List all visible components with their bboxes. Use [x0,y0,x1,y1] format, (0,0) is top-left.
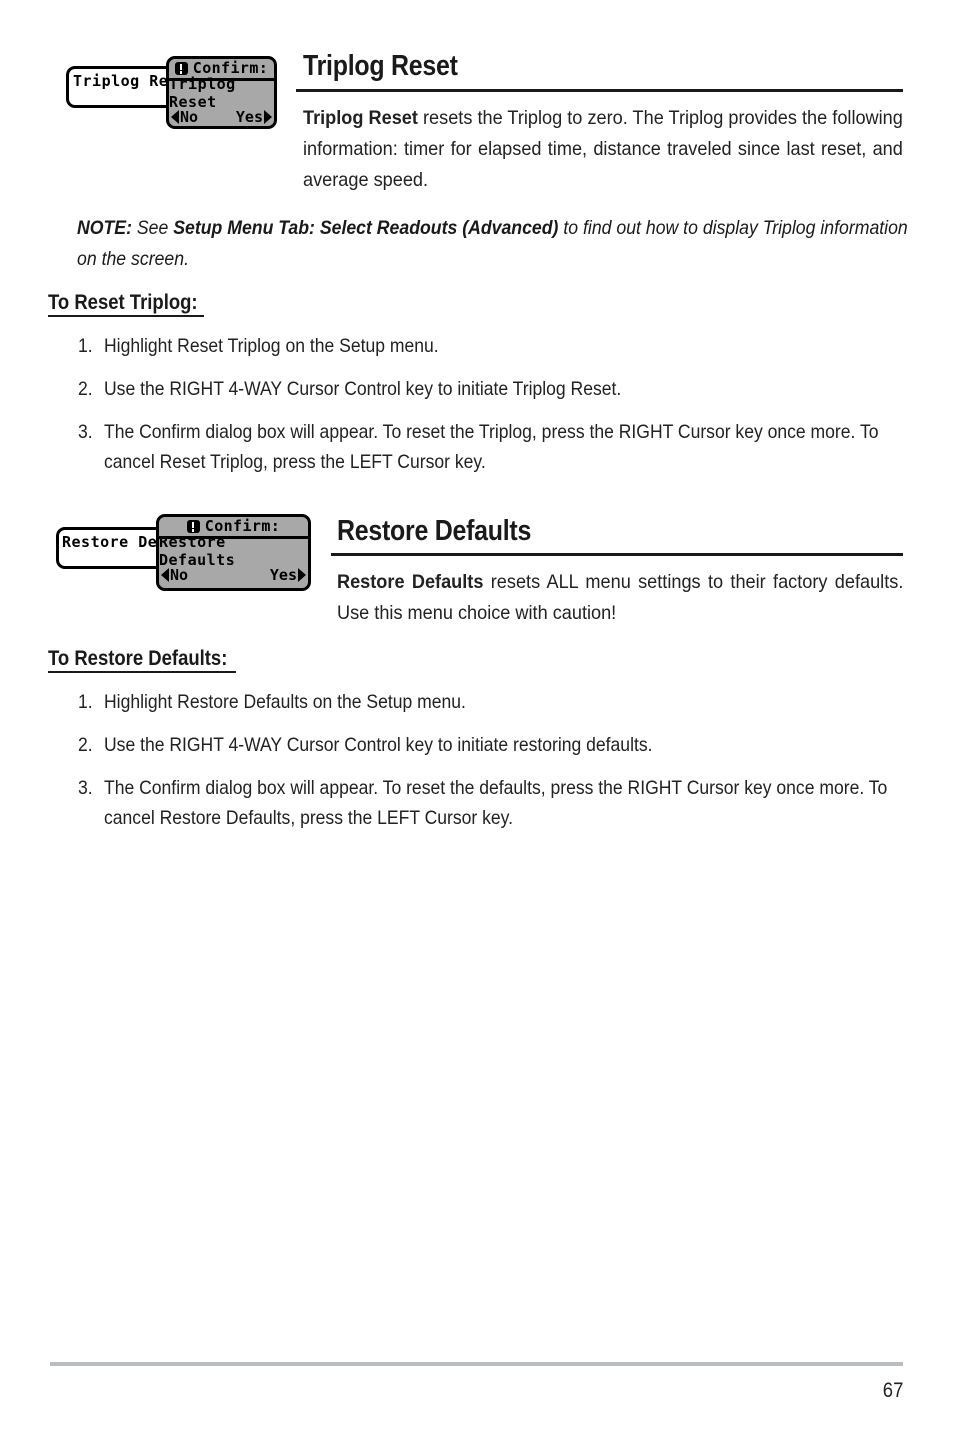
arrow-left-icon [171,109,179,124]
list-item-number: 1. [78,335,93,357]
dialog-title-bar: Confirm: [159,517,308,539]
subheading-to-restore-defaults: To Restore Defaults: [48,647,228,670]
footer-rule [50,1362,903,1366]
dialog-yes-label: Yes [235,107,263,126]
section-body-triplog-reset: Triplog Reset resets the Triplog to zero… [303,103,903,196]
dialog-no-label: No [180,107,199,126]
dialog-title-text: Confirm: [204,517,281,535]
list-item-number: 3. [78,421,93,443]
section-heading-restore-defaults: Restore Defaults [337,515,532,547]
dialog-no-button[interactable]: No [171,108,198,126]
list-item-number: 2. [78,734,93,756]
dialog-yes-label: Yes [269,565,297,584]
subheading-to-reset-triplog: To Reset Triplog: [48,291,198,314]
dialog-message: Restore Defaults [159,533,236,569]
arrow-right-icon [264,109,272,124]
list-item: The Confirm dialog box will appear. To r… [104,421,879,473]
triplog-confirm-dialog[interactable]: Confirm: Triplog Reset No Yes [166,56,277,129]
dialog-yes-button[interactable]: Yes [236,108,272,126]
arrow-left-icon [161,567,169,582]
list-item-number: 2. [78,378,93,400]
list-item: Use the RIGHT 4-WAY Cursor Control key t… [104,734,653,756]
page-number: 67 [882,1379,903,1402]
body-lead-triplog: Triplog Reset [303,107,418,129]
subheading-rule [48,315,204,317]
warning-exclamation-icon [174,62,188,75]
list-item-number: 3. [78,777,93,799]
dialog-message: Triplog Reset [169,75,236,111]
warning-exclamation-icon [186,520,200,533]
manual-page: Triplog Rese Confirm: Triplog Reset No Y… [0,0,954,1431]
section-body-restore-defaults: Restore Defaults resets ALL menu setting… [337,567,903,629]
note-text-before: See [131,218,174,239]
section-heading-triplog-reset: Triplog Reset [303,50,458,82]
note-block: NOTE: See Setup Menu Tab: Select Readout… [77,213,909,275]
dialog-title-bar: Confirm: [169,59,274,81]
body-lead-restore: Restore Defaults [337,571,484,593]
list-item: The Confirm dialog box will appear. To r… [104,777,888,829]
arrow-right-icon [298,567,306,582]
dialog-no-label: No [170,565,189,584]
list-item: Highlight Reset Triplog on the Setup men… [104,335,439,357]
dialog-no-button[interactable]: No [161,566,188,584]
restore-confirm-dialog[interactable]: Confirm: Restore Defaults No Yes [156,514,311,591]
note-label: NOTE: [77,218,132,239]
list-item-number: 1. [78,691,93,713]
dialog-yes-button[interactable]: Yes [270,566,306,584]
list-item: Use the RIGHT 4-WAY Cursor Control key t… [104,378,622,400]
restore-menu-box-label: Restore De [62,533,158,551]
list-item: Highlight Restore Defaults on the Setup … [104,691,466,713]
note-emphasis: Setup Menu Tab: Select Readouts (Advance… [173,218,559,239]
subheading-rule [48,671,236,673]
heading-rule [331,553,903,556]
dialog-title-text: Confirm: [192,59,269,77]
heading-rule [296,89,903,92]
